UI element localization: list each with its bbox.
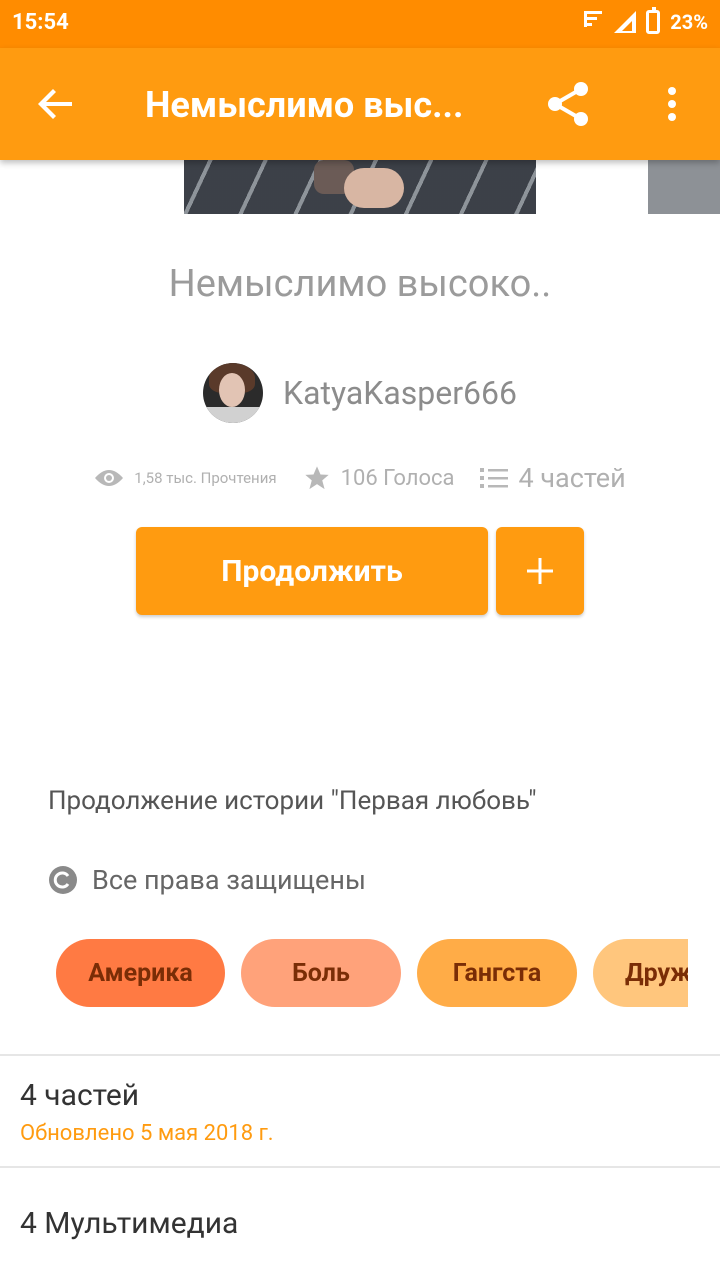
votes-count: 106 Голоса: [340, 465, 455, 491]
continue-reading-button[interactable]: Продолжить: [136, 527, 488, 615]
tag-chip[interactable]: Друж: [593, 939, 688, 1007]
story-description: Продолжение истории "Первая любовь": [48, 786, 537, 816]
parts-count: 4 частей: [518, 462, 626, 494]
more-options-button[interactable]: [648, 78, 696, 130]
author-row[interactable]: KatyaKasper666: [0, 362, 720, 424]
app-bar: Немыслимо выс...: [0, 48, 720, 160]
arrow-left-icon: [38, 89, 72, 119]
tag-chip[interactable]: Гангста: [417, 939, 577, 1007]
back-button[interactable]: [30, 78, 82, 130]
status-icons: 23%: [584, 6, 708, 34]
share-icon: [548, 82, 588, 126]
share-button[interactable]: [540, 76, 596, 132]
copyright-icon: [49, 866, 77, 894]
story-cover-image[interactable]: [184, 160, 536, 214]
status-bar: 15:54 23%: [0, 0, 720, 48]
battery-icon: [646, 6, 661, 34]
tags-row[interactable]: Америка Боль Гангста Друж: [56, 939, 688, 1007]
more-vert-icon: [668, 87, 676, 121]
parts-title: 4 частей: [20, 1078, 140, 1113]
parts-updated-date: Обновлено 5 мая 2018 г.: [20, 1121, 274, 1146]
story-stats: 1,58 тыс. Прочтения 106 Голоса 4 частей: [0, 456, 720, 500]
story-title: Немыслимо высоко..: [168, 262, 552, 306]
cover-detail: [344, 168, 404, 208]
votes-stat: 106 Голоса: [303, 464, 455, 492]
divider: [0, 1166, 720, 1168]
notification-icon: [584, 9, 604, 34]
star-icon: [304, 466, 329, 490]
eye-icon: [95, 470, 124, 486]
parts-list-entry[interactable]: 4 частей Обновлено 5 мая 2018 г.: [20, 1078, 274, 1146]
tag-chip[interactable]: Боль: [241, 939, 401, 1007]
reads-count: 1,58 тыс. Прочтения: [134, 469, 277, 487]
app-bar-title: Немыслимо выс...: [145, 84, 464, 126]
reads-stat: 1,58 тыс. Прочтения: [94, 468, 277, 488]
copyright-label: Все права защищены: [92, 864, 366, 896]
media-section-title[interactable]: 4 Мультимедиа: [20, 1206, 238, 1241]
divider: [0, 1054, 720, 1056]
add-to-library-button[interactable]: [496, 527, 584, 615]
author-avatar[interactable]: [203, 363, 263, 423]
signal-icon: [614, 10, 637, 33]
parts-stat: 4 частей: [480, 462, 626, 494]
copyright-row: Все права защищены: [48, 864, 366, 896]
plus-icon: [527, 558, 553, 584]
author-name[interactable]: KatyaKasper666: [283, 374, 517, 412]
battery-percent: 23%: [670, 9, 708, 34]
list-icon: [480, 468, 509, 488]
status-time: 15:54: [12, 10, 69, 35]
next-cover-image[interactable]: [648, 160, 720, 214]
tag-chip[interactable]: Америка: [56, 939, 225, 1007]
